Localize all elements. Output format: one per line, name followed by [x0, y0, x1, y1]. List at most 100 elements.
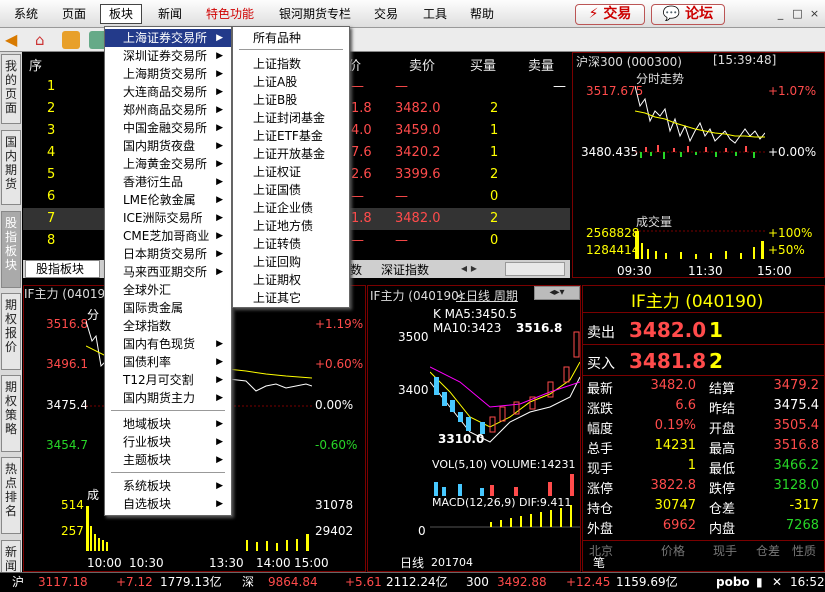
menu-item[interactable]: 行业板块 ▶	[105, 433, 231, 451]
quote-field-value: 7268	[785, 518, 819, 533]
menu-item[interactable]: 大连商品交易所 ▶	[105, 83, 231, 101]
submenu-item[interactable]: 上证企业债	[233, 199, 349, 217]
sell-volume: 1	[709, 318, 723, 342]
time-1500: 15:00	[757, 264, 792, 278]
menu-item[interactable]: 国债利率 ▶	[105, 353, 231, 371]
quote-field-label: 开盘	[709, 422, 736, 437]
menu-item[interactable]: 上海证券交易所 ▶	[105, 29, 231, 47]
tab-index-block-bottom[interactable]: 股指板块	[25, 260, 100, 278]
menu-item[interactable]: 马来西亚期交所 ▶	[105, 263, 231, 281]
tick-header-vol: 现手	[713, 544, 738, 558]
menu-trade[interactable]: 交易	[374, 5, 398, 23]
menu-item[interactable]: 中国金融交易所 ▶	[105, 119, 231, 137]
quote-field-label: 现手	[587, 462, 614, 477]
col-index[interactable]: 序	[29, 55, 42, 74]
submenu-item[interactable]: 上证期权	[233, 271, 349, 289]
menu-item[interactable]: 国际贵金属	[105, 299, 231, 317]
signal-icon: ▮	[756, 575, 763, 589]
menu-item[interactable]: LME伦敦金属 ▶	[105, 191, 231, 209]
menu-item[interactable]: 全球指数	[105, 317, 231, 335]
folder-icon[interactable]	[62, 31, 80, 49]
menu-help[interactable]: 帮助	[470, 5, 494, 23]
clock: 16:52	[790, 575, 825, 589]
menu-item[interactable]: 上海期货交易所 ▶	[105, 65, 231, 83]
horizontal-scrollbar[interactable]	[505, 262, 565, 276]
row-price: —	[351, 79, 364, 94]
menu-special[interactable]: 特色功能	[206, 5, 254, 23]
menu-tools[interactable]: 工具	[423, 5, 447, 23]
menu-item[interactable]: 郑州商品交易所 ▶	[105, 101, 231, 119]
tab-hot-rank[interactable]: 热点排名	[1, 457, 21, 534]
submenu-item[interactable]: 上证开放基金	[233, 145, 349, 163]
menu-item[interactable]: CME芝加哥商业 ▶	[105, 227, 231, 245]
quote-field-value: 3466.2	[773, 458, 820, 473]
menu-system[interactable]: 系统	[14, 5, 38, 23]
col-ask[interactable]: 卖价	[409, 55, 435, 74]
home-icon[interactable]: ⌂	[35, 31, 53, 49]
trade-button[interactable]: ⚡ 交易	[575, 4, 645, 25]
tab-option-strategy[interactable]: 期权策略	[1, 375, 21, 452]
kline-period[interactable]: <日线 周期	[456, 287, 518, 304]
menu-item[interactable]: 全球外汇	[105, 281, 231, 299]
menu-item-label: 全球外汇	[123, 283, 172, 297]
submenu-arrow-icon: ▶	[216, 69, 223, 79]
menu-item[interactable]: 国内期货夜盘 ▶	[105, 137, 231, 155]
tab-my-page[interactable]: 我的页面	[1, 54, 21, 124]
submenu-item[interactable]: 上证ETF基金	[233, 127, 349, 145]
quote-field-label: 仓差	[709, 502, 736, 517]
tab-option-quote[interactable]: 期权报价	[1, 293, 21, 370]
submenu-item[interactable]: 上证A股	[233, 73, 349, 91]
menu-block[interactable]: 板块	[100, 4, 143, 24]
col-ask-volume[interactable]: 卖量	[528, 55, 554, 74]
menu-item[interactable]: 深圳证券交易所 ▶	[105, 47, 231, 65]
tab-index[interactable]: 数	[350, 261, 362, 278]
row-bid-volume: 1	[490, 123, 499, 138]
submenu-item[interactable]: 上证封闭基金	[233, 109, 349, 127]
row-bid-volume: 0	[490, 189, 499, 204]
submenu-item[interactable]: 上证指数	[233, 55, 349, 73]
forum-button[interactable]: 💬 论坛	[651, 4, 725, 25]
quote-field-value: 6.6	[675, 398, 696, 413]
scroll-left-icon[interactable]: ◂ ▸	[461, 261, 477, 275]
quote-field-value: 3822.8	[650, 478, 697, 493]
submenu-item[interactable]: 上证地方债	[233, 217, 349, 235]
menu-item[interactable]: 地域板块 ▶	[105, 415, 231, 433]
submenu-item[interactable]: 上证回购	[233, 253, 349, 271]
quote-field-value: 3128.0	[773, 478, 820, 493]
menu-item[interactable]: T12月可交割 ▶	[105, 371, 231, 389]
menu-item[interactable]: 上海黄金交易所 ▶	[105, 155, 231, 173]
menu-galaxy[interactable]: 银河期货专栏	[279, 5, 351, 23]
back-arrow-icon[interactable]: ◀	[5, 31, 23, 49]
quote-field-label: 幅度	[587, 422, 614, 437]
menu-item[interactable]: 国内期货主力 ▶	[105, 389, 231, 407]
menu-item[interactable]: 自选板块 ▶	[105, 495, 231, 513]
maximize-button[interactable]: □	[790, 6, 805, 21]
submenu-item[interactable]: 上证权证	[233, 163, 349, 181]
submenu-item[interactable]: 上证其它	[233, 289, 349, 307]
menu-item[interactable]: ICE洲际交易所 ▶	[105, 209, 231, 227]
row-price: —	[351, 233, 364, 248]
kline-nav-icons[interactable]: ◂▸▾	[534, 286, 580, 300]
menu-item[interactable]: 香港衍生品 ▶	[105, 173, 231, 191]
close-button[interactable]: ×	[807, 6, 822, 21]
menu-news[interactable]: 新闻	[158, 5, 182, 23]
menu-item[interactable]: 日本期货交易所 ▶	[105, 245, 231, 263]
tool-icon[interactable]: ✕	[772, 573, 782, 592]
menu-item[interactable]: 国内有色现货 ▶	[105, 335, 231, 353]
sh-label: 沪	[12, 575, 25, 589]
submenu-item[interactable]: 上证转债	[233, 235, 349, 253]
menu-item[interactable]: 系统板块 ▶	[105, 477, 231, 495]
menu-item[interactable]: 主题板块 ▶	[105, 451, 231, 469]
tick-tab[interactable]: 笔	[593, 554, 605, 571]
submenu-item[interactable]: 上证B股	[233, 91, 349, 109]
minimize-button[interactable]: _	[773, 6, 788, 21]
menu-page[interactable]: 页面	[62, 5, 86, 23]
submenu-item[interactable]: 所有品种	[233, 29, 349, 47]
tab-sz-index[interactable]: 深证指数	[381, 261, 429, 278]
tab-index-block[interactable]: 股指板块	[1, 211, 21, 288]
submenu-item[interactable]: 上证国债	[233, 181, 349, 199]
tab-domestic-futures[interactable]: 国内期货	[1, 130, 21, 205]
tab-news[interactable]: 新闻	[1, 540, 21, 574]
col-bid-volume[interactable]: 买量	[470, 55, 496, 74]
submenu-arrow-icon: ▶	[216, 87, 223, 97]
